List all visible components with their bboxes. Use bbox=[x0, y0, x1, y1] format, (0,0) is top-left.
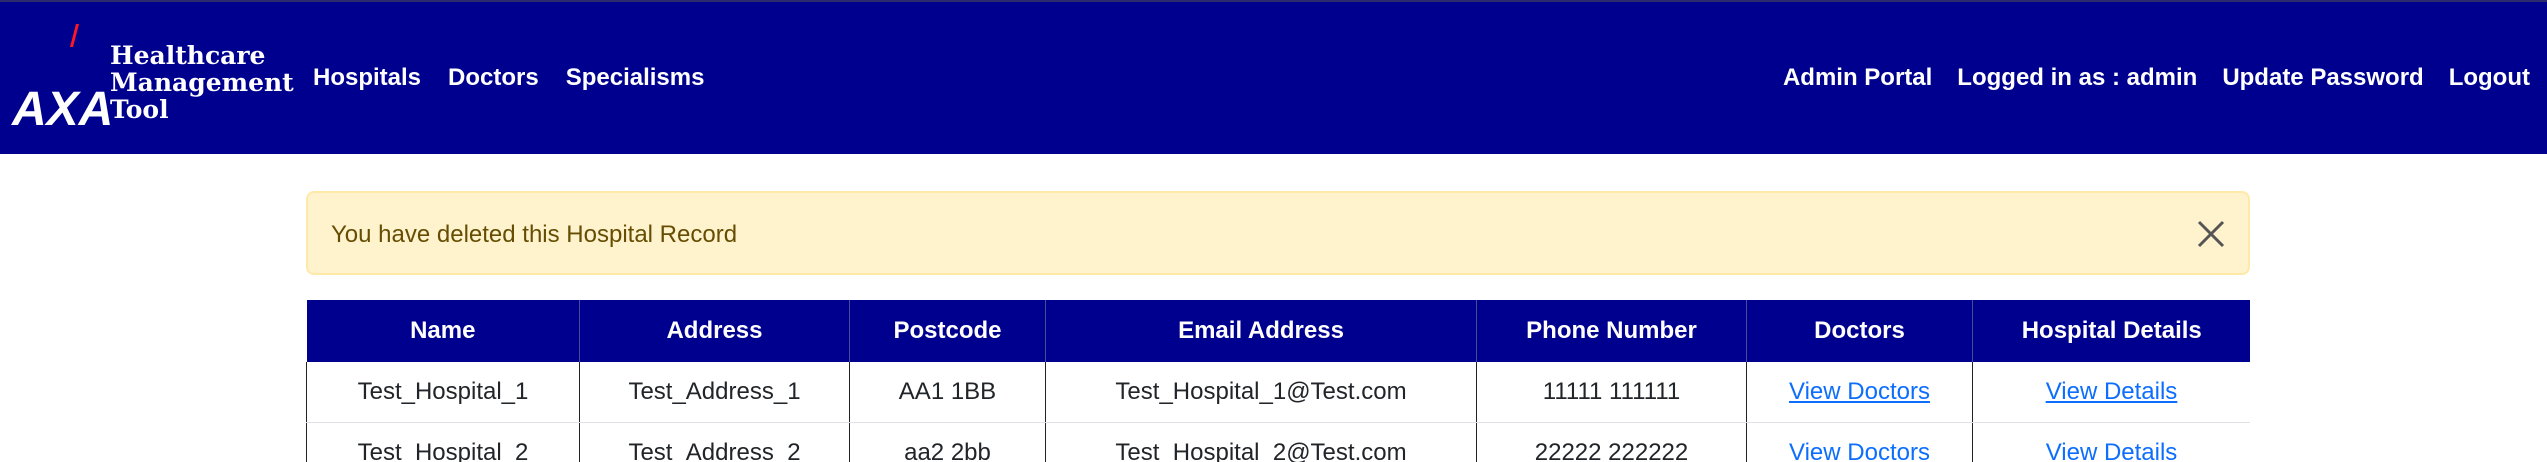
cell-address: Test_Address_2 bbox=[579, 422, 850, 462]
main-nav: Hospitals Doctors Specialisms bbox=[313, 64, 704, 92]
cell-postcode: aa2 2bb bbox=[849, 422, 1046, 462]
view-doctors-link[interactable]: View Doctors bbox=[1789, 439, 1930, 462]
table-row: Test_Hospital_2 Test_Address_2 aa2 2bb T… bbox=[306, 422, 2250, 462]
cell-postcode: AA1 1BB bbox=[849, 362, 1046, 423]
app-title: Healthcare Management Tool bbox=[110, 42, 294, 123]
nav-admin-portal[interactable]: Admin Portal bbox=[1783, 64, 1932, 92]
nav-logout[interactable]: Logout bbox=[2449, 64, 2530, 92]
alert-message: You have deleted this Hospital Record bbox=[331, 221, 738, 248]
cell-phone: 11111 111111 bbox=[1476, 362, 1747, 423]
deleted-alert: You have deleted this Hospital Record bbox=[306, 191, 2250, 275]
top-navbar: AXA Healthcare Management Tool Hospitals… bbox=[0, 0, 2547, 154]
column-header-details: Hospital Details bbox=[1972, 300, 2250, 362]
view-doctors-link[interactable]: View Doctors bbox=[1789, 378, 1930, 405]
user-nav: Admin Portal Logged in as : admin Update… bbox=[1783, 64, 2530, 92]
nav-update-password[interactable]: Update Password bbox=[2222, 64, 2423, 92]
hospitals-table: Name Address Postcode Email Address Phon… bbox=[306, 300, 2250, 462]
app-title-line: Management bbox=[110, 68, 294, 97]
nav-hospitals[interactable]: Hospitals bbox=[313, 64, 421, 92]
cell-details: View Details bbox=[1972, 362, 2250, 423]
app-title-line: Tool bbox=[110, 95, 169, 124]
axa-logo[interactable]: AXA Healthcare Management Tool bbox=[10, 22, 294, 136]
axa-letters: AXA bbox=[11, 83, 110, 132]
axa-logo-mark: AXA bbox=[11, 24, 113, 136]
hospitals-table-wrapper: Name Address Postcode Email Address Phon… bbox=[306, 300, 2250, 462]
column-header-postcode: Postcode bbox=[849, 300, 1046, 362]
close-icon[interactable] bbox=[2194, 217, 2228, 251]
cell-name: Test_Hospital_1 bbox=[306, 362, 580, 423]
cell-email: Test_Hospital_2@Test.com bbox=[1045, 422, 1477, 462]
logged-in-user[interactable]: Logged in as : admin bbox=[1957, 64, 2197, 92]
cell-doctors: View Doctors bbox=[1746, 362, 1973, 423]
cell-email: Test_Hospital_1@Test.com bbox=[1045, 362, 1477, 423]
column-header-email: Email Address bbox=[1045, 300, 1477, 362]
column-header-phone: Phone Number bbox=[1476, 300, 1747, 362]
column-header-address: Address bbox=[579, 300, 850, 362]
view-details-link[interactable]: View Details bbox=[2046, 378, 2178, 405]
cell-details: View Details bbox=[1972, 422, 2250, 462]
table-header-row: Name Address Postcode Email Address Phon… bbox=[306, 300, 2250, 362]
column-header-name: Name bbox=[306, 300, 580, 362]
table-row: Test_Hospital_1 Test_Address_1 AA1 1BB T… bbox=[306, 362, 2250, 423]
cell-name: Test_Hospital_2 bbox=[306, 422, 580, 462]
nav-doctors[interactable]: Doctors bbox=[448, 64, 539, 92]
nav-specialisms[interactable]: Specialisms bbox=[566, 64, 705, 92]
cell-address: Test_Address_1 bbox=[579, 362, 850, 423]
app-title-line: Healthcare bbox=[110, 41, 266, 70]
view-details-link[interactable]: View Details bbox=[2046, 439, 2178, 462]
cell-doctors: View Doctors bbox=[1746, 422, 1973, 462]
column-header-doctors: Doctors bbox=[1746, 300, 1973, 362]
cell-phone: 22222 222222 bbox=[1476, 422, 1747, 462]
